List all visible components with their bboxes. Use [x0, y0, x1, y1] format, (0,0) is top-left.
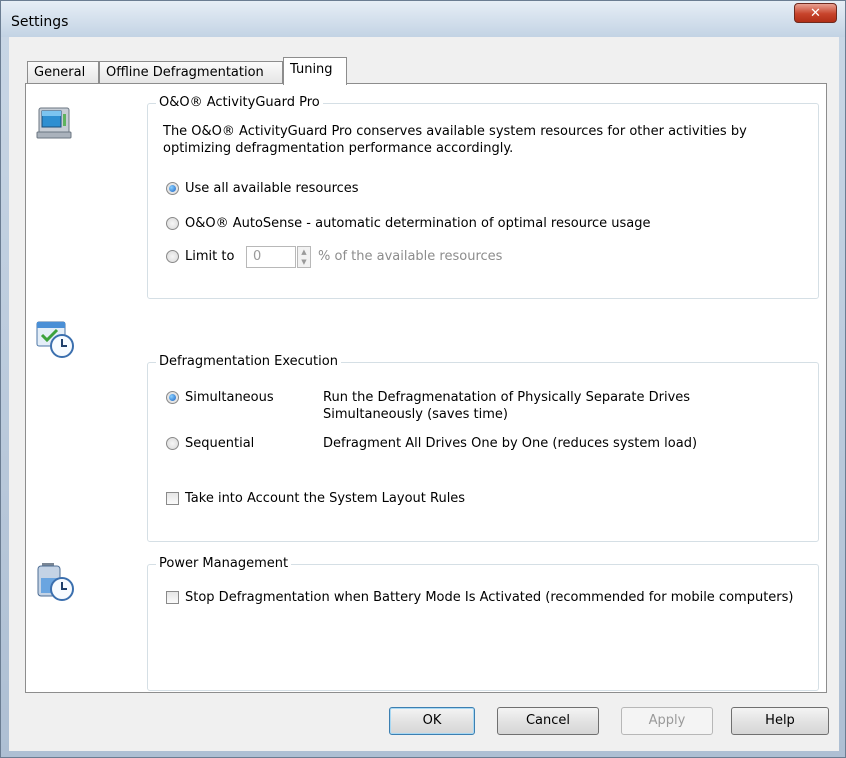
- activity-guard-description-line2: optimizing defragmentation performance a…: [163, 141, 514, 156]
- tuning-panel: O&O® ActivityGuard Pro The O&O® Activity…: [25, 83, 827, 693]
- power-management-group: Power Management Stop Defragmentation wh…: [147, 556, 819, 691]
- simultaneous-radio[interactable]: [166, 391, 179, 404]
- cancel-button[interactable]: Cancel: [497, 707, 599, 735]
- autosense-label[interactable]: O&O® AutoSense - automatic determination…: [185, 215, 651, 232]
- limit-value-spinner[interactable]: ▲ ▼: [297, 246, 311, 268]
- limit-value-input[interactable]: 0: [246, 246, 296, 268]
- ok-button[interactable]: OK: [389, 707, 475, 735]
- window-title: Settings: [11, 14, 69, 30]
- sequential-radio[interactable]: [166, 437, 179, 450]
- spin-down-icon[interactable]: ▼: [298, 257, 310, 267]
- execution-legend: Defragmentation Execution: [156, 354, 341, 369]
- title-bar[interactable]: Settings ✕: [1, 1, 845, 37]
- execution-group: Defragmentation Execution Simultaneous R…: [147, 354, 819, 542]
- layout-rules-checkbox[interactable]: [166, 492, 179, 505]
- computer-icon: [36, 107, 72, 139]
- layout-rules-label[interactable]: Take into Account the System Layout Rule…: [185, 490, 465, 507]
- activity-guard-group: O&O® ActivityGuard Pro The O&O® Activity…: [147, 95, 819, 299]
- tab-tuning[interactable]: Tuning: [283, 57, 347, 85]
- help-button[interactable]: Help: [731, 707, 829, 735]
- close-button[interactable]: ✕: [794, 3, 837, 23]
- simultaneous-description-line1: Run the Defragmenatation of Physically S…: [323, 390, 691, 405]
- simultaneous-description-line2: Simultaneously (saves time): [323, 407, 508, 422]
- activity-guard-description-line1: The O&O® ActivityGuard Pro conserves ava…: [163, 124, 747, 139]
- settings-dialog: Settings ✕ General Offline Defragmentati…: [0, 0, 846, 758]
- spin-up-icon[interactable]: ▲: [298, 247, 310, 257]
- use-all-resources-radio[interactable]: [166, 182, 179, 195]
- limit-suffix-label: % of the available resources: [318, 249, 503, 264]
- power-management-legend: Power Management: [156, 556, 292, 571]
- tab-general[interactable]: General: [27, 61, 99, 83]
- use-all-resources-label[interactable]: Use all available resources: [185, 180, 359, 197]
- activity-guard-legend: O&O® ActivityGuard Pro: [156, 95, 323, 110]
- limit-to-radio[interactable]: [166, 250, 179, 263]
- sequential-description: Defragment All Drives One by One (reduce…: [323, 436, 698, 451]
- battery-mode-label[interactable]: Stop Defragmentation when Battery Mode I…: [185, 589, 793, 606]
- autosense-radio[interactable]: [166, 217, 179, 230]
- scheduled-window-clock-icon: [36, 321, 74, 358]
- tab-offline-defragmentation[interactable]: Offline Defragmentation: [99, 61, 283, 83]
- limit-to-label[interactable]: Limit to: [185, 248, 234, 265]
- battery-clock-icon: [37, 563, 74, 601]
- simultaneous-label[interactable]: Simultaneous: [185, 389, 274, 406]
- battery-mode-checkbox[interactable]: [166, 591, 179, 604]
- sequential-label[interactable]: Sequential: [185, 435, 254, 452]
- apply-button[interactable]: Apply: [621, 707, 713, 735]
- dialog-client-area: General Offline Defragmentation Tuning O…: [9, 37, 839, 751]
